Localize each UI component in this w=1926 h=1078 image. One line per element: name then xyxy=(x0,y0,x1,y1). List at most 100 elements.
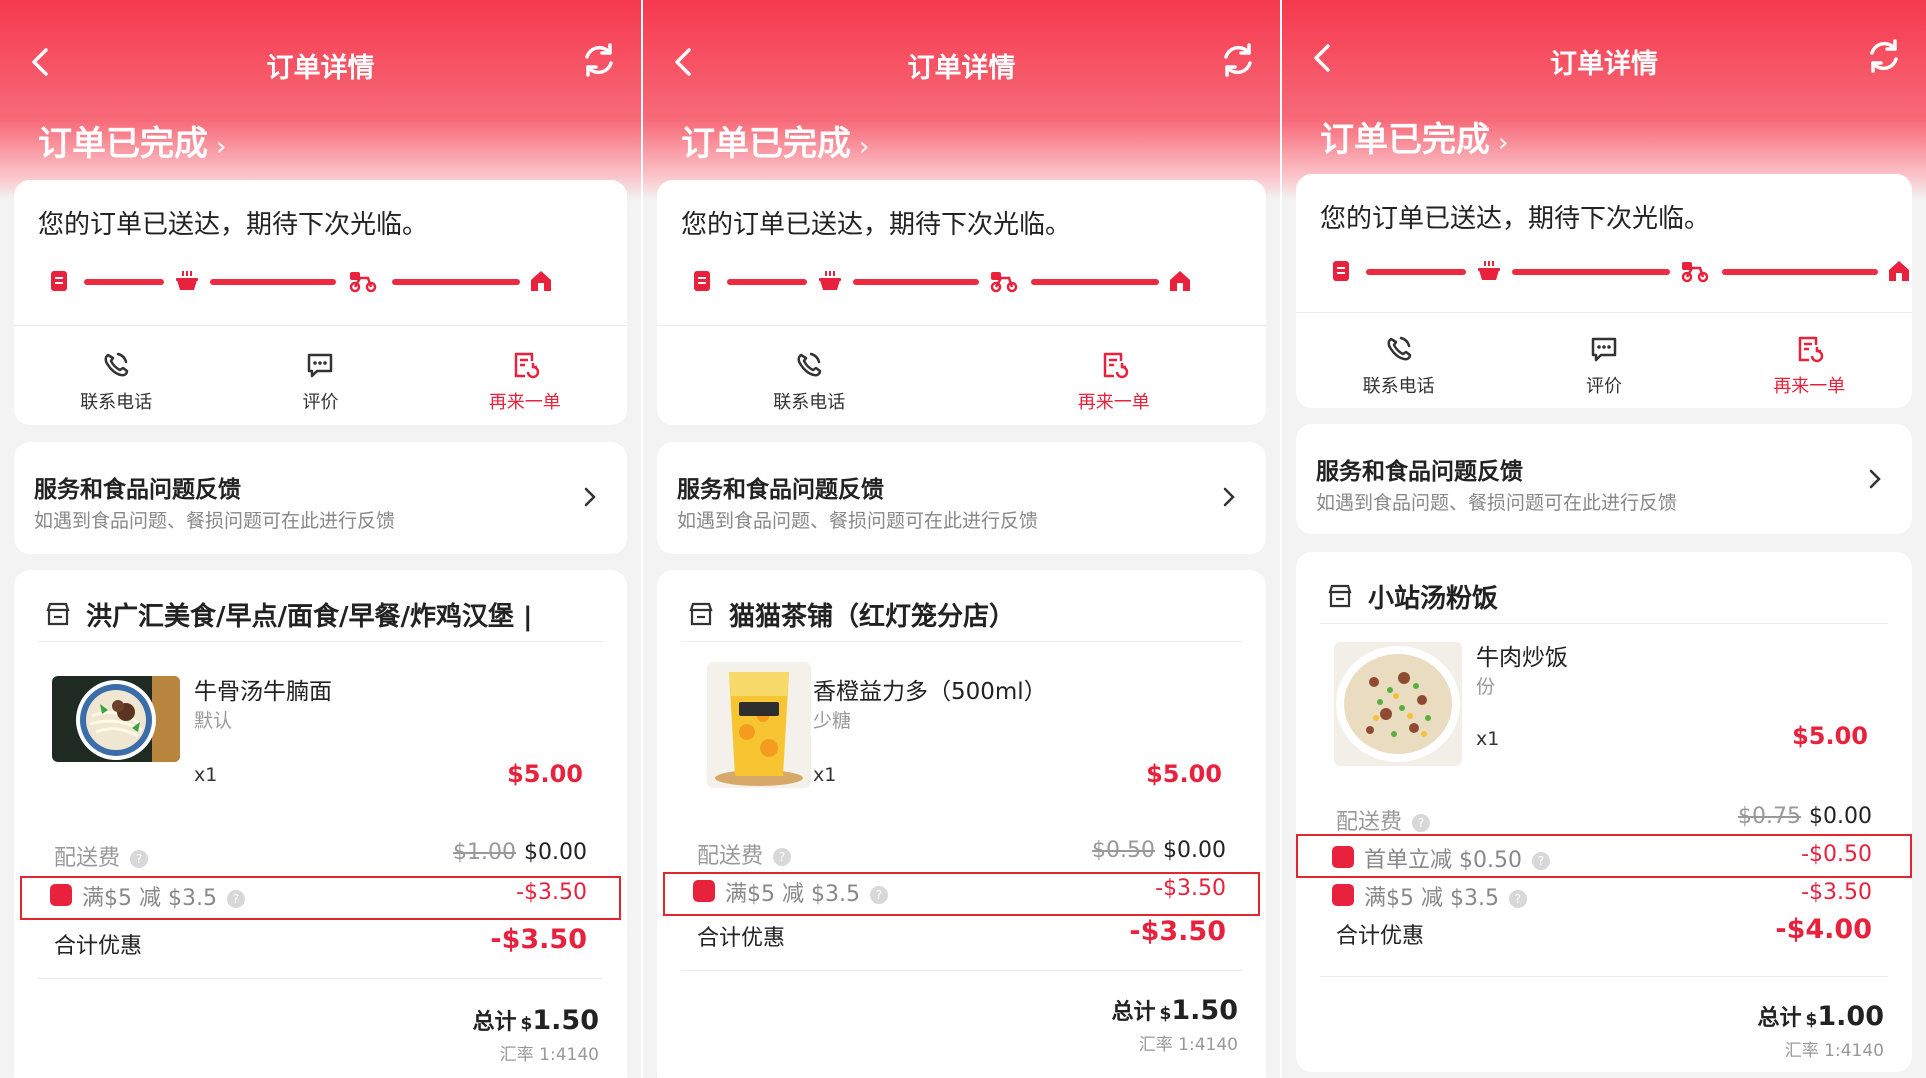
shop-header[interactable]: 洪广汇美食/早点/面食/早餐/炸鸡汉堡 | xyxy=(38,590,603,642)
divider xyxy=(657,325,1266,326)
chevron-right-icon xyxy=(584,487,596,507)
item-spec: 默认 xyxy=(194,710,233,732)
delivery-fee-label: 配送费 xyxy=(54,846,121,871)
highlight-box xyxy=(1296,834,1912,878)
delivery-fee-label: 配送费 xyxy=(1336,810,1403,835)
feedback-card[interactable]: 服务和食品问题反馈 如遇到食品问题、餐损问题可在此进行反馈 xyxy=(1296,424,1912,534)
grand-total-label: 总计 xyxy=(1111,1000,1156,1025)
discount-row: 满$5 减 $3.5? -$3.50 xyxy=(1322,876,1886,916)
cooking-bowl-icon xyxy=(1478,261,1500,280)
shop-name: 小站汤粉饭 xyxy=(1368,584,1499,614)
store-icon xyxy=(1328,584,1352,608)
contact-phone-label: 联系电话 xyxy=(773,392,846,413)
refresh-icon[interactable] xyxy=(1864,36,1904,76)
progress-segment xyxy=(1512,269,1670,275)
order-status-title[interactable]: 订单已完成 › xyxy=(1320,112,1508,161)
progress-segment xyxy=(1722,269,1878,275)
progress-segment xyxy=(1366,269,1466,275)
contact-phone-button[interactable]: 联系电话 xyxy=(1296,324,1501,404)
item-name: 牛肉炒饭 xyxy=(1476,645,1568,671)
contact-phone-button[interactable]: 联系电话 xyxy=(14,340,218,420)
feedback-card[interactable]: 服务和食品问题反馈 如遇到食品问题、餐损问题可在此进行反馈 xyxy=(14,442,627,554)
status-card: 您的订单已送达，期待下次光临。 联系电话 再来一单 xyxy=(657,180,1266,425)
total-discount-row: 合计优惠 -$4.00 xyxy=(1336,914,1872,950)
order-receipt-icon xyxy=(1333,261,1349,281)
order-status-title[interactable]: 订单已完成 › xyxy=(38,116,226,165)
highlight-box xyxy=(663,872,1260,916)
help-icon[interactable]: ? xyxy=(130,850,149,868)
refresh-icon[interactable] xyxy=(1218,40,1258,80)
phone-icon xyxy=(797,352,822,377)
chevron-right-icon xyxy=(1869,469,1881,489)
delivery-fee-current: $0.00 xyxy=(1163,838,1226,863)
action-row: 联系电话 评价 再来一单 xyxy=(1296,324,1912,404)
reorder-icon xyxy=(1103,352,1128,379)
item-name: 香橙益力多（500ml） xyxy=(813,679,1047,705)
top-bar: 订单详情 xyxy=(1282,28,1926,88)
review-label: 评价 xyxy=(302,392,339,413)
feedback-card[interactable]: 服务和食品问题反馈 如遇到食品问题、餐损问题可在此进行反馈 xyxy=(657,442,1266,554)
reorder-button[interactable]: 再来一单 xyxy=(962,340,1267,420)
feedback-subtitle: 如遇到食品问题、餐损问题可在此进行反馈 xyxy=(677,510,1039,532)
order-detail-panel-2: 订单详情 订单已完成 › 您的订单已送达，期待下次光临。 联系电话 再来一单 服… xyxy=(643,0,1280,1078)
fried-rice-image xyxy=(1334,642,1462,766)
total-discount-label: 合计优惠 xyxy=(54,934,143,959)
item-price: $5.00 xyxy=(1792,722,1868,750)
grand-total-currency: $ xyxy=(520,1014,533,1034)
feedback-title: 服务和食品问题反馈 xyxy=(677,477,884,503)
order-status-title[interactable]: 订单已完成 › xyxy=(681,116,869,165)
total-discount-label: 合计优惠 xyxy=(697,926,786,951)
grand-total-label: 总计 xyxy=(1757,1006,1802,1031)
delivery-fee-original: $0.75 xyxy=(1738,804,1802,829)
cooking-bowl-icon xyxy=(176,271,198,290)
reorder-button[interactable]: 再来一单 xyxy=(423,340,627,420)
refresh-icon[interactable] xyxy=(579,40,619,80)
grand-total: 总计 $1.50 汇率 1:4140 xyxy=(1112,994,1238,1055)
grand-total-currency: $ xyxy=(1159,1004,1172,1024)
phone-icon xyxy=(104,352,129,377)
delivered-message: 您的订单已送达，期待下次光临。 xyxy=(1320,204,1711,234)
reorder-button[interactable]: 再来一单 xyxy=(1707,324,1912,404)
delivery-fee-row: 配送费? $1.00 $0.00 xyxy=(54,840,587,872)
contact-phone-button[interactable]: 联系电话 xyxy=(657,340,962,420)
review-button[interactable]: 评价 xyxy=(1501,324,1706,404)
order-item: 牛骨汤牛腩面 默认 x1 $5.00 xyxy=(38,660,603,800)
progress-segment xyxy=(853,279,979,285)
review-button[interactable]: 评价 xyxy=(218,340,422,420)
divider xyxy=(681,970,1242,971)
help-icon[interactable]: ? xyxy=(1412,814,1431,832)
item-price: $5.00 xyxy=(507,760,583,788)
divider xyxy=(38,978,603,979)
home-icon xyxy=(1170,271,1190,291)
delivered-message: 您的订单已送达，期待下次光临。 xyxy=(681,210,1072,240)
feedback-title: 服务和食品问题反馈 xyxy=(34,477,241,503)
order-card: 小站汤粉饭 牛肉炒饭 份 x1 $5.00 配送费? $0.75 $0.00 首单… xyxy=(1296,552,1912,1072)
item-quantity: x1 xyxy=(194,764,218,786)
order-item: 香橙益力多（500ml） 少糖 x1 $5.00 xyxy=(681,660,1242,800)
progress-segment xyxy=(84,279,164,285)
comment-icon xyxy=(308,353,333,378)
order-detail-panel-3: 订单详情 订单已完成 › 您的订单已送达，期待下次光临。 联系电话 评价 再来一… xyxy=(1282,0,1926,1078)
page-title: 订单详情 xyxy=(1550,49,1658,80)
feedback-title: 服务和食品问题反馈 xyxy=(1316,459,1523,485)
store-icon xyxy=(46,602,70,626)
shop-header[interactable]: 小站汤粉饭 xyxy=(1320,572,1888,624)
grand-total-label: 总计 xyxy=(472,1010,517,1035)
divider xyxy=(14,325,627,326)
shop-name: 洪广汇美食/早点/面食/早餐/炸鸡汉堡 | xyxy=(86,602,533,632)
top-bar: 订单详情 xyxy=(0,32,641,92)
top-bar: 订单详情 xyxy=(643,32,1280,92)
comment-icon xyxy=(1591,337,1617,362)
action-row: 联系电话 评价 再来一单 xyxy=(14,340,627,420)
shop-name: 猫猫茶铺（红灯笼分店） xyxy=(729,602,1016,632)
help-icon[interactable]: ? xyxy=(773,848,792,866)
drink-cup-image xyxy=(707,662,811,788)
delivery-fee-label: 配送费 xyxy=(697,844,764,869)
exchange-rate: 汇率 1:4140 xyxy=(1138,1035,1238,1055)
delivery-fee-row: 配送费? $0.75 $0.00 xyxy=(1336,804,1872,836)
shop-header[interactable]: 猫猫茶铺（红灯笼分店） xyxy=(681,590,1242,642)
help-icon[interactable]: ? xyxy=(1508,890,1527,908)
noodle-bowl-image xyxy=(52,676,180,762)
divider xyxy=(1296,312,1912,313)
discount-coupon-icon xyxy=(1332,884,1354,906)
